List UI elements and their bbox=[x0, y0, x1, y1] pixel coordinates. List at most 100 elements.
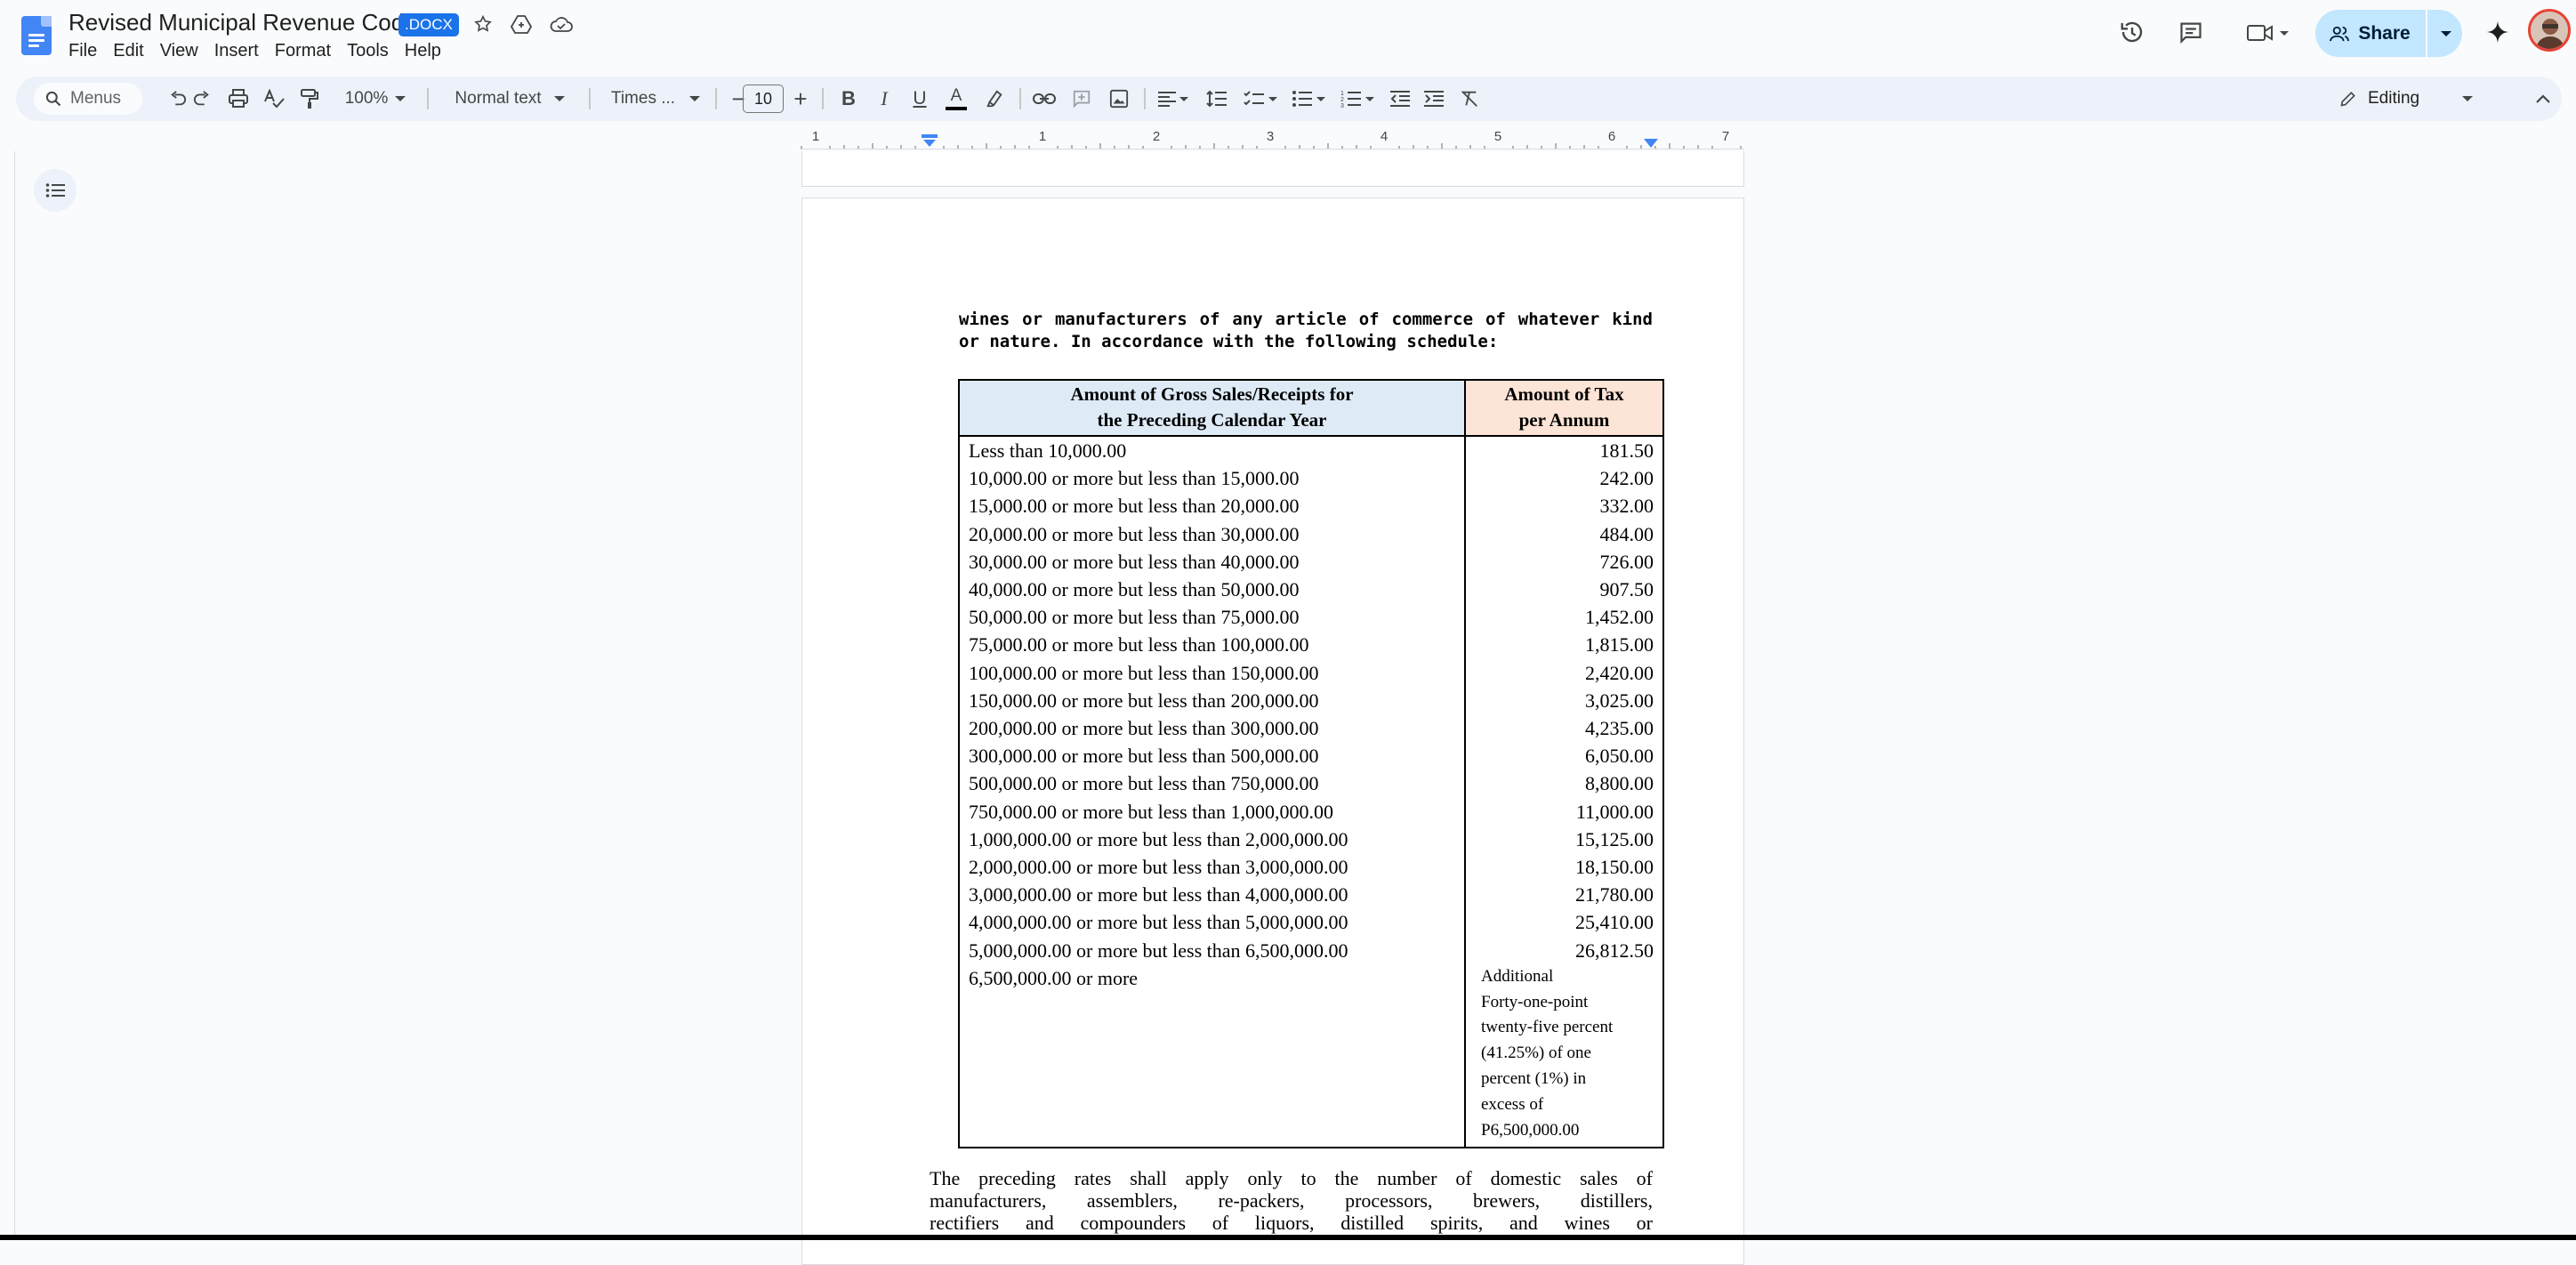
font-size-input[interactable]: 10 bbox=[743, 85, 784, 113]
italic-button[interactable]: I bbox=[866, 77, 902, 121]
align-button[interactable] bbox=[1151, 77, 1195, 121]
table-cell-range: 10,000.00 or more but less than 15,000.0… bbox=[969, 467, 1300, 490]
share-options-dropdown[interactable] bbox=[2426, 10, 2464, 57]
menu-file[interactable]: File bbox=[60, 39, 105, 63]
print-button[interactable] bbox=[222, 77, 254, 121]
plus-icon: + bbox=[793, 85, 808, 112]
bulleted-list-icon bbox=[1292, 91, 1312, 107]
chevron-down-icon bbox=[2440, 30, 2451, 36]
menu-bar: File Edit View Insert Format Tools Help bbox=[60, 39, 449, 63]
version-history-icon[interactable] bbox=[2117, 17, 2147, 47]
ruler-label: 2 bbox=[1153, 130, 1160, 144]
line-spacing-button[interactable] bbox=[1199, 77, 1235, 121]
print-icon bbox=[229, 89, 248, 108]
tax-schedule-table: Amount of Gross Sales/Receipts for the P… bbox=[958, 379, 1664, 1149]
comments-icon[interactable] bbox=[2176, 18, 2206, 46]
gross-sales-cell: Less than 10,000.00 10,000.00 or more but… bbox=[958, 434, 1466, 1149]
table-cell-tax: 484.00 bbox=[1599, 522, 1654, 545]
clear-formatting-button[interactable] bbox=[1453, 77, 1485, 121]
tax-note-line: P6,500,000.00 bbox=[1481, 1120, 1580, 1140]
table-cell-range: 300,000.00 or more but less than 500,000… bbox=[969, 745, 1319, 768]
editing-toolbar: Menus 100% Normal text Times ... − 10 + … bbox=[16, 77, 2562, 121]
font-family-value: Times ... bbox=[610, 89, 676, 108]
outline-icon bbox=[45, 183, 65, 197]
table-cell-range: 200,000.00 or more but less than 300,000… bbox=[969, 717, 1319, 740]
table-cell-range: 500,000.00 or more but less than 750,000… bbox=[969, 772, 1319, 795]
ruler-label: 7 bbox=[1722, 130, 1729, 144]
share-button[interactable]: Share bbox=[2315, 10, 2425, 57]
meet-video-icon[interactable] bbox=[2240, 18, 2295, 48]
move-to-drive-icon[interactable] bbox=[509, 12, 534, 36]
tax-amount-cell: 181.50 242.00 332.00 484.00 726.00 907.50 1,45… bbox=[1464, 434, 1664, 1149]
redo-button[interactable] bbox=[187, 77, 217, 121]
menu-format[interactable]: Format bbox=[267, 39, 339, 63]
table-cell-tax: 21,780.00 bbox=[1575, 883, 1654, 906]
excess-tax-note: Additional Forty-one-point twenty-five per… bbox=[1466, 964, 1654, 1148]
clear-formatting-icon bbox=[1461, 91, 1477, 107]
font-family-select[interactable]: Times ... bbox=[600, 77, 712, 121]
document-title[interactable]: Revised Municipal Revenue Code bbox=[68, 9, 417, 36]
chevron-down-icon bbox=[1179, 96, 1188, 101]
horizontal-ruler[interactable]: 1 1 2 3 4 5 6 7 bbox=[0, 130, 2576, 149]
table-cell-range: 40,000.00 or more but less than 50,000.0… bbox=[969, 578, 1300, 601]
share-label: Share bbox=[2358, 22, 2411, 44]
google-docs-logo-icon[interactable] bbox=[21, 16, 52, 55]
people-icon bbox=[2330, 26, 2350, 41]
highlight-color-button[interactable] bbox=[977, 77, 1012, 121]
cloud-saved-icon[interactable] bbox=[548, 12, 575, 36]
text-color-icon: A bbox=[950, 86, 962, 105]
user-avatar[interactable] bbox=[2528, 9, 2571, 52]
title-bar: Revised Municipal Revenue Code .DOCX Fil… bbox=[0, 0, 2576, 71]
text-color-button[interactable]: A bbox=[938, 77, 975, 121]
numbered-list-button[interactable]: 123 bbox=[1334, 77, 1381, 121]
table-cell-range: 50,000.00 or more but less than 75,000.0… bbox=[969, 606, 1300, 629]
chevron-down-icon bbox=[1365, 96, 1374, 101]
ruler-label: 4 bbox=[1381, 130, 1388, 144]
paint-format-icon bbox=[301, 89, 318, 109]
menu-view[interactable]: View bbox=[152, 39, 206, 63]
paragraph-style-value: Normal text bbox=[455, 89, 542, 108]
table-cell-tax: 4,235.00 bbox=[1585, 717, 1654, 740]
bold-button[interactable]: B bbox=[831, 77, 866, 121]
paragraph-style-select[interactable]: Normal text bbox=[439, 77, 580, 121]
zoom-select[interactable]: 100% bbox=[334, 77, 416, 121]
chevron-down-icon bbox=[395, 96, 407, 101]
decrease-indent-button[interactable] bbox=[1384, 77, 1416, 121]
following-paragraph: The preceding rates shall apply only to … bbox=[930, 1167, 1653, 1234]
tax-note-line: (41.25%) of one bbox=[1481, 1043, 1591, 1063]
menu-help[interactable]: Help bbox=[397, 39, 449, 63]
ruler-scale: 1 1 2 3 4 5 6 7 bbox=[801, 130, 1744, 149]
add-comment-button[interactable] bbox=[1064, 77, 1099, 121]
font-size-value: 10 bbox=[753, 89, 773, 108]
table-cell-tax: 15,125.00 bbox=[1575, 827, 1654, 850]
bulleted-list-button[interactable] bbox=[1286, 77, 1331, 121]
star-icon[interactable] bbox=[471, 12, 495, 36]
menu-edit[interactable]: Edit bbox=[105, 39, 151, 63]
underline-button[interactable]: U bbox=[902, 77, 938, 121]
menu-tools[interactable]: Tools bbox=[339, 39, 397, 63]
document-outline-button[interactable] bbox=[34, 169, 76, 212]
document-page[interactable]: wines or manufacturers of any article of… bbox=[801, 197, 1744, 1265]
left-indent-marker[interactable] bbox=[920, 134, 939, 151]
insert-link-button[interactable] bbox=[1026, 77, 1062, 121]
insert-image-button[interactable] bbox=[1101, 77, 1137, 121]
menus-search-input[interactable]: Menus bbox=[34, 83, 142, 115]
table-cell-range: 3,000,000.00 or more but less than 4,000… bbox=[969, 883, 1348, 906]
table-cell-range: 20,000.00 or more but less than 30,000.0… bbox=[969, 522, 1300, 545]
table-cell-tax: 25,410.00 bbox=[1575, 911, 1654, 934]
increase-indent-button[interactable] bbox=[1418, 77, 1450, 121]
tax-note-line: Additional bbox=[1481, 966, 1554, 986]
tax-note-line: percent (1%) in bbox=[1481, 1069, 1587, 1089]
gemini-spark-icon[interactable] bbox=[2482, 16, 2514, 48]
hide-menus-button[interactable] bbox=[2530, 77, 2556, 121]
table-cell-range: 75,000.00 or more but less than 100,000.… bbox=[969, 633, 1309, 657]
ruler-label: 1 bbox=[812, 130, 819, 144]
checklist-button[interactable] bbox=[1238, 77, 1283, 121]
undo-icon bbox=[171, 91, 187, 106]
editing-mode-select[interactable]: Editing bbox=[2339, 77, 2496, 121]
tax-note-line: Forty-one-point bbox=[1481, 992, 1589, 1011]
spelling-check-button[interactable] bbox=[258, 77, 290, 121]
paint-format-button[interactable] bbox=[294, 77, 326, 121]
menu-insert[interactable]: Insert bbox=[206, 39, 267, 63]
increase-font-size-button[interactable]: + bbox=[786, 77, 815, 121]
